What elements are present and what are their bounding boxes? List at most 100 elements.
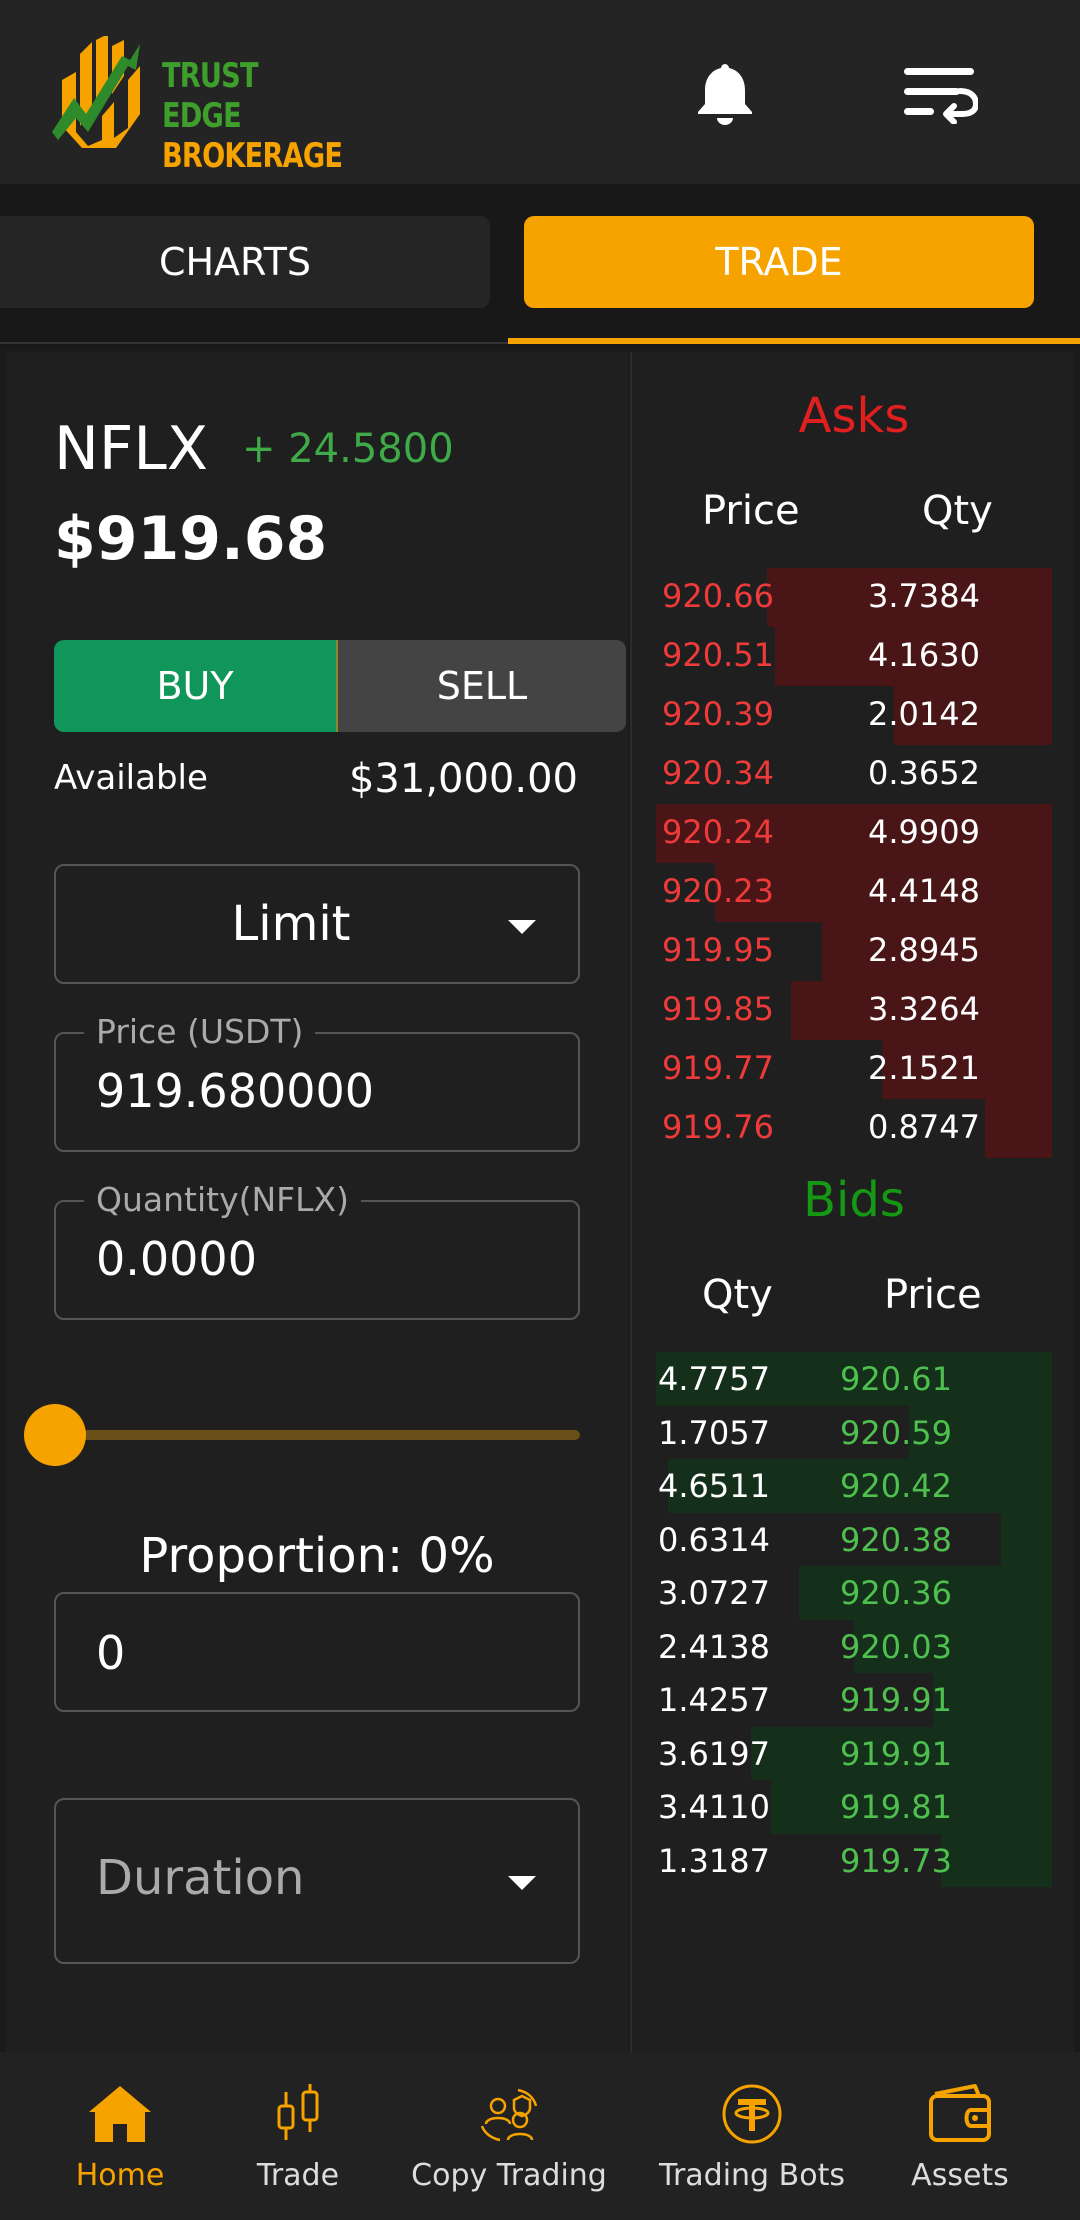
- order-form-panel: NFLX + 24.5800 $919.68 BUY SELL Availabl…: [6, 352, 628, 2052]
- tab-charts[interactable]: CHARTS: [0, 216, 490, 308]
- bid-qty: 1.3187: [658, 1841, 770, 1880]
- nav-home[interactable]: Home: [60, 2052, 180, 2220]
- bid-row[interactable]: 2.4138 920.03: [656, 1619, 1052, 1673]
- bid-price: 920.03: [840, 1627, 952, 1666]
- menu-icon[interactable]: [902, 64, 978, 124]
- bids-header-price: Price: [884, 1272, 982, 1318]
- bid-qty: 3.4110: [658, 1788, 770, 1826]
- ask-qty: 3.7384: [868, 577, 980, 615]
- nav-copy-trading-label: Copy Trading: [411, 2158, 607, 2193]
- bid-qty: 3.6197: [658, 1734, 770, 1773]
- ask-row[interactable]: 919.76 0.8747: [656, 1099, 1052, 1158]
- buy-button[interactable]: BUY: [54, 640, 338, 732]
- ask-row[interactable]: 920.24 4.9909: [656, 804, 1052, 863]
- proportion-input[interactable]: 0: [96, 1626, 125, 1680]
- quantity-field[interactable]: Quantity(NFLX) 0.0000: [54, 1180, 580, 1320]
- price-input[interactable]: 919.680000: [96, 1064, 374, 1118]
- bid-qty: 0.6314: [658, 1520, 770, 1559]
- ask-price: 920.66: [662, 577, 774, 615]
- buy-sell-toggle: BUY SELL: [54, 640, 626, 732]
- available-balance: $31,000.00: [348, 756, 578, 802]
- ask-row[interactable]: 920.51 4.1630: [656, 627, 1052, 686]
- proportion-slider-track[interactable]: [54, 1430, 580, 1440]
- bids-title: Bids: [803, 1172, 905, 1228]
- bid-row[interactable]: 1.3187 919.73: [656, 1833, 1052, 1887]
- sell-button[interactable]: SELL: [338, 640, 626, 732]
- ask-qty: 2.0142: [868, 695, 980, 733]
- ask-qty: 2.8945: [868, 931, 980, 969]
- available-label: Available: [54, 758, 208, 798]
- bid-price: 920.42: [840, 1467, 952, 1505]
- nav-trading-bots-label: Trading Bots: [659, 2158, 845, 2193]
- bid-row[interactable]: 0.6314 920.38: [656, 1512, 1052, 1566]
- order-type-select[interactable]: Limit: [54, 864, 580, 984]
- ask-price: 920.39: [662, 695, 774, 733]
- ask-row[interactable]: 920.23 4.4148: [656, 863, 1052, 922]
- ask-qty: 4.4148: [868, 872, 980, 910]
- nav-copy-trading[interactable]: Copy Trading: [404, 2052, 614, 2220]
- ask-row[interactable]: 920.39 2.0142: [656, 686, 1052, 745]
- bid-row[interactable]: 4.6511 920.42: [656, 1459, 1052, 1513]
- asks-title: Asks: [798, 388, 910, 444]
- proportion-label: Proportion: 0%: [139, 1528, 495, 1584]
- duration-placeholder: Duration: [96, 1850, 305, 1906]
- bid-price: 920.36: [840, 1574, 952, 1612]
- bid-price: 920.59: [840, 1413, 952, 1452]
- bid-qty: 2.4138: [658, 1627, 770, 1666]
- bids-list: 4.7757 920.61 1.7057 920.59 4.6511 920.42 0.63…: [656, 1352, 1052, 1887]
- price-field-label: Price (USDT): [84, 1012, 316, 1051]
- ticker-price: $919.68: [54, 504, 328, 574]
- bid-row[interactable]: 1.4257 919.91: [656, 1673, 1052, 1727]
- bid-qty: 1.7057: [658, 1413, 770, 1452]
- ask-price: 920.34: [662, 754, 774, 792]
- chevron-down-icon: [508, 1876, 536, 1890]
- ask-row[interactable]: 919.77 2.1521: [656, 1040, 1052, 1099]
- bid-price: 920.38: [840, 1520, 952, 1559]
- ask-row[interactable]: 919.85 3.3264: [656, 981, 1052, 1040]
- proportion-field[interactable]: 0: [54, 1592, 580, 1712]
- brand-name-line1: TRUST EDGE: [162, 56, 259, 136]
- tab-divider: [0, 342, 508, 344]
- ask-row[interactable]: 919.95 2.8945: [656, 922, 1052, 981]
- quantity-input[interactable]: 0.0000: [96, 1232, 257, 1286]
- nav-trading-bots[interactable]: Trading Bots: [652, 2052, 852, 2220]
- bid-price: 919.73: [840, 1841, 952, 1880]
- active-tab-indicator: [508, 338, 1080, 344]
- quantity-field-label: Quantity(NFLX): [84, 1180, 362, 1219]
- nav-assets[interactable]: Assets: [900, 2052, 1020, 2220]
- nav-trade-label: Trade: [256, 2158, 340, 2193]
- nav-trade[interactable]: Trade: [238, 2052, 358, 2220]
- bid-row[interactable]: 1.7057 920.59: [656, 1405, 1052, 1459]
- bid-row[interactable]: 4.7757 920.61: [656, 1352, 1052, 1406]
- tab-trade[interactable]: TRADE: [524, 216, 1034, 308]
- bid-price: 920.61: [840, 1360, 952, 1398]
- brand-logo[interactable]: TRUST EDGE BROKERAGE: [52, 36, 343, 176]
- ask-price: 919.76: [662, 1108, 774, 1146]
- brand-name-line2: BROKERAGE: [162, 136, 343, 176]
- bids-header-qty: Qty: [702, 1272, 773, 1318]
- bid-row[interactable]: 3.0727 920.36: [656, 1566, 1052, 1620]
- candlestick-icon: [277, 2084, 319, 2140]
- view-tabs: CHARTS TRADE: [0, 184, 1080, 346]
- order-book-panel: Asks Price Qty 920.66 3.7384 920.51 4.1630 9…: [630, 352, 1074, 2052]
- bid-price: 919.81: [840, 1788, 952, 1826]
- ask-row[interactable]: 920.66 3.7384: [656, 568, 1052, 627]
- notification-bell-icon[interactable]: [696, 60, 754, 126]
- bid-row[interactable]: 3.6197 919.91: [656, 1726, 1052, 1780]
- bid-row[interactable]: 3.4110 919.81: [656, 1780, 1052, 1834]
- ticker-change: + 24.5800: [242, 426, 454, 472]
- price-field[interactable]: Price (USDT) 919.680000: [54, 1012, 580, 1152]
- asks-header-price: Price: [702, 488, 800, 534]
- proportion-slider-thumb[interactable]: [24, 1404, 86, 1466]
- bottom-nav: Home Trade Copy Trading Trading Bots Ass…: [0, 2052, 1080, 2220]
- app-header: TRUST EDGE BROKERAGE: [0, 0, 1080, 184]
- ask-qty: 0.8747: [868, 1108, 980, 1146]
- bid-qty: 4.6511: [658, 1467, 770, 1505]
- ask-price: 919.85: [662, 990, 774, 1028]
- ask-price: 920.23: [662, 872, 774, 910]
- ask-row[interactable]: 920.34 0.3652: [656, 745, 1052, 804]
- ask-qty: 4.9909: [868, 813, 980, 851]
- duration-select[interactable]: Duration: [54, 1798, 580, 1964]
- ask-depth-bar: [985, 1099, 1052, 1158]
- ticker-symbol: NFLX: [54, 414, 208, 484]
